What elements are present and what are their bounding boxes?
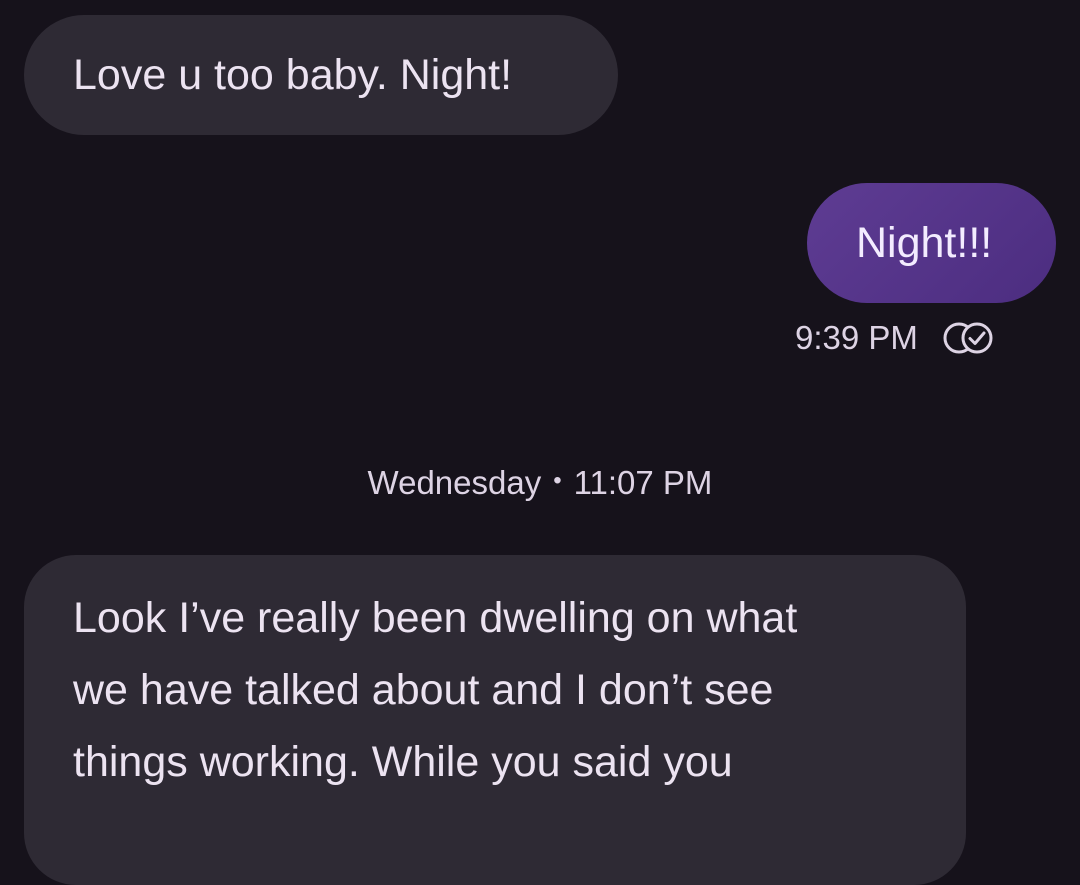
incoming-message-bubble[interactable]: Look I’ve really been dwelling on what w… — [24, 555, 966, 885]
message-meta: 9:39 PM — [795, 316, 996, 360]
incoming-message-bubble[interactable]: Love u too baby. Night! — [24, 15, 618, 135]
message-text-line: we have talked about and I don’t see — [73, 666, 774, 714]
message-text: Love u too baby. Night! — [73, 51, 513, 99]
outgoing-message-bubble[interactable]: Night!!! — [807, 183, 1056, 303]
message-text: Night!!! — [856, 219, 993, 267]
divider-time: 11:07 PM — [573, 464, 713, 501]
divider-day: Wednesday — [367, 464, 542, 501]
message-text-line: things working. While you said you — [73, 738, 733, 786]
message-text-line: Look I’ve really been dwelling on what — [73, 594, 798, 642]
message-timestamp: 9:39 PM — [795, 319, 918, 356]
read-receipt-icon — [943, 322, 993, 354]
date-divider: Wednesday • 11:07 PM — [0, 460, 1080, 506]
divider-separator: • — [553, 467, 562, 494]
